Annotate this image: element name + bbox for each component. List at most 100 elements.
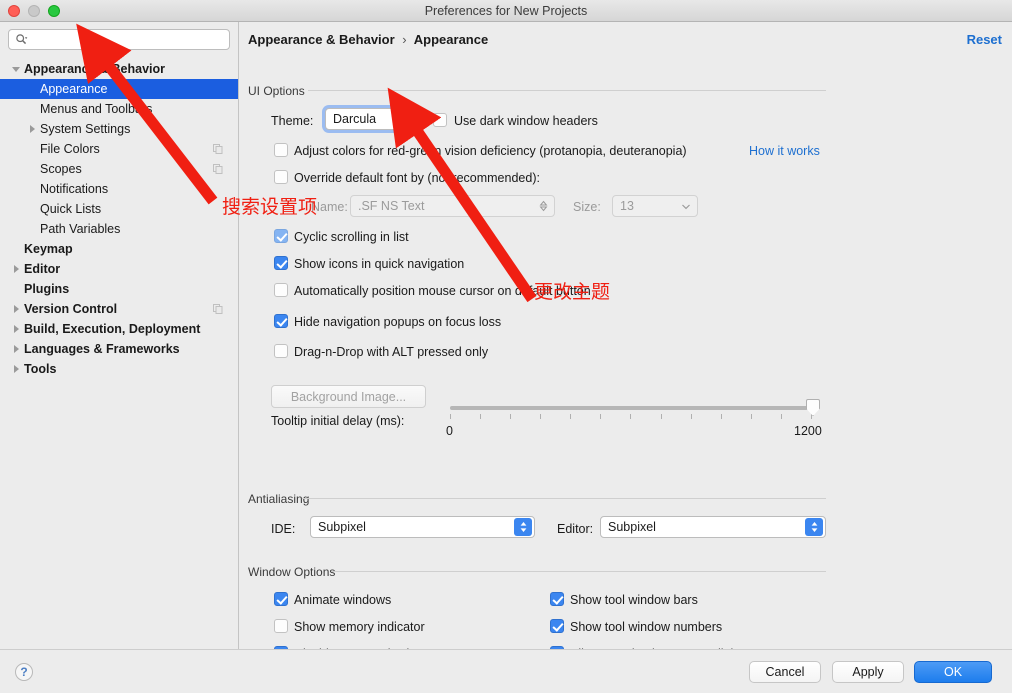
window-title: Preferences for New Projects [424,3,588,18]
font-size-value: 13 [620,199,634,213]
sidebar-item-label: Editor [24,262,61,276]
twisty-down-icon[interactable] [8,66,24,72]
show-tool-window-bars-label: Show tool window bars [570,593,698,607]
reset-link[interactable]: Reset [967,32,1002,47]
animate-windows-checkbox[interactable] [274,592,288,606]
font-name-select[interactable]: .SF NS Text [350,195,555,217]
twisty-right-icon[interactable] [24,125,40,133]
drag-n-drop-alt-label: Drag-n-Drop with ALT pressed only [294,345,489,359]
minimize-window-button[interactable] [28,5,40,17]
sidebar-item-label: Keymap [24,242,73,256]
color-deficiency-checkbox[interactable] [274,143,288,157]
show-tool-window-numbers-label: Show tool window numbers [570,620,723,634]
copy-icon [213,164,223,174]
tooltip-delay-label: Tooltip initial delay (ms): [271,414,405,428]
group-title-ui-options: UI Options [248,84,311,98]
show-tool-window-bars-checkbox[interactable] [550,592,564,606]
sidebar-item-label: Build, Execution, Deployment [24,322,201,336]
hide-nav-popups-checkbox[interactable] [274,314,288,328]
twisty-right-icon[interactable] [8,305,24,313]
sidebar-item-quick-lists[interactable]: Quick Lists [0,199,238,219]
apply-button[interactable]: Apply [832,661,904,683]
show-memory-indicator-label: Show memory indicator [294,620,425,634]
sidebar-item-build-execution-deployment[interactable]: Build, Execution, Deployment [0,319,238,339]
settings-content-pane: Appearance & Behavior › Appearance Reset… [240,22,1012,649]
traffic-light-group [8,5,60,17]
sidebar-item-version-control[interactable]: Version Control [0,299,238,319]
twisty-right-icon[interactable] [8,265,24,273]
sidebar-item-editor[interactable]: Editor [0,259,238,279]
group-divider-window-options [332,571,826,572]
sidebar-item-plugins[interactable]: Plugins [0,279,238,299]
sidebar-item-label: Version Control [24,302,118,316]
sidebar-item-label: Tools [24,362,57,376]
theme-select-value: Darcula [333,112,377,126]
theme-select[interactable]: Darcula [325,108,417,130]
sidebar-item-label: Quick Lists [40,202,102,216]
window-titlebar: Preferences for New Projects [0,0,1012,22]
antialiasing-editor-value: Subpixel [608,520,656,534]
twisty-right-icon[interactable] [8,365,24,373]
sidebar-item-appearance-behavior[interactable]: Appearance & Behavior [0,59,238,79]
twisty-right-icon[interactable] [8,325,24,333]
antialiasing-ide-value: Subpixel [318,520,366,534]
sidebar-item-notifications[interactable]: Notifications [0,179,238,199]
font-size-select[interactable]: 13 [612,195,698,217]
show-tool-window-numbers-checkbox[interactable] [550,619,564,633]
auto-position-cursor-checkbox[interactable] [274,283,288,297]
sidebar-item-file-colors[interactable]: File Colors [0,139,238,159]
background-image-button[interactable]: Background Image... [271,385,426,408]
twisty-right-icon[interactable] [8,345,24,353]
tooltip-delay-slider-ticks [450,414,812,419]
sidebar-item-system-settings[interactable]: System Settings [0,119,238,139]
sidebar-item-label: System Settings [40,122,131,136]
show-icons-quick-nav-checkbox[interactable] [274,256,288,270]
antialiasing-ide-label: IDE: [271,522,296,536]
settings-tree: Appearance & Behavior Appearance Menus a… [0,59,238,379]
sidebar-item-label: Appearance [40,82,108,96]
cancel-button[interactable]: Cancel [749,661,821,683]
sidebar-item-label: Plugins [24,282,70,296]
hide-nav-popups-label: Hide navigation popups on focus loss [294,315,502,329]
copy-icon [213,304,223,314]
ok-button[interactable]: OK [914,661,992,683]
chevron-updown-icon [805,518,823,536]
sidebar-item-path-variables[interactable]: Path Variables [0,219,238,239]
settings-sidebar: Appearance & Behavior Appearance Menus a… [0,22,239,649]
group-title-window-options: Window Options [248,565,342,579]
antialiasing-editor-select[interactable]: Subpixel [600,516,826,538]
show-memory-indicator-checkbox[interactable] [274,619,288,633]
tooltip-delay-max-label: 1200 [794,424,822,438]
sidebar-item-languages-frameworks[interactable]: Languages & Frameworks [0,339,238,359]
font-name-value: .SF NS Text [358,199,425,213]
cyclic-scrolling-checkbox[interactable] [274,229,288,243]
search-field[interactable] [8,29,230,50]
sidebar-item-appearance[interactable]: Appearance [0,79,238,99]
antialiasing-ide-select[interactable]: Subpixel [310,516,535,538]
sidebar-item-keymap[interactable]: Keymap [0,239,238,259]
search-input[interactable] [31,32,223,47]
annotation-label-search: 搜索设置项 [222,196,318,218]
sidebar-item-scopes[interactable]: Scopes [0,159,238,179]
breadcrumb: Appearance & Behavior › Appearance [248,32,488,47]
sidebar-item-label: Path Variables [40,222,121,236]
close-window-button[interactable] [8,5,20,17]
chevron-updown-icon [514,518,532,536]
font-size-label: Size: [573,200,601,214]
zoom-window-button[interactable] [48,5,60,17]
sidebar-item-tools[interactable]: Tools [0,359,238,379]
chevron-updown-icon [396,110,414,128]
how-it-works-link[interactable]: How it works [749,144,820,158]
drag-n-drop-alt-checkbox[interactable] [274,344,288,358]
use-dark-window-headers-checkbox[interactable] [433,113,447,127]
theme-label: Theme: [271,114,314,128]
copy-icon [213,144,223,154]
help-button[interactable]: ? [15,663,33,681]
sidebar-item-label: Appearance & Behavior [24,62,166,76]
sidebar-item-label: Scopes [40,162,82,176]
breadcrumb-root[interactable]: Appearance & Behavior [248,32,395,47]
sidebar-item-menus-and-toolbars[interactable]: Menus and Toolbars [0,99,238,119]
override-font-checkbox[interactable] [274,170,288,184]
group-title-antialiasing: Antialiasing [248,492,316,506]
tooltip-delay-slider-track[interactable] [450,406,812,410]
